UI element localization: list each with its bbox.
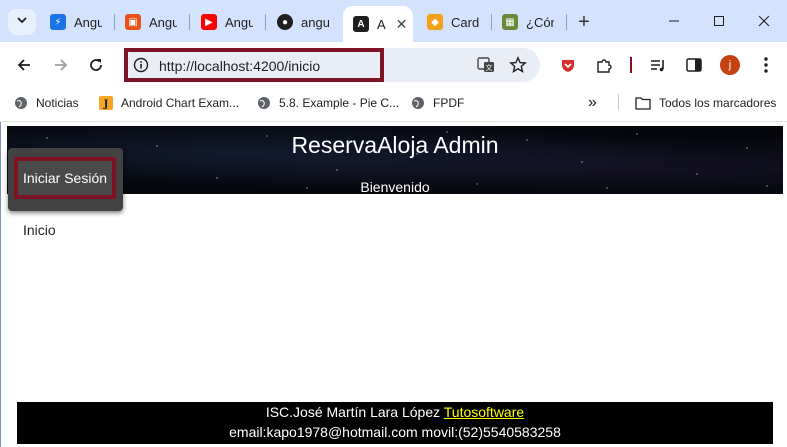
extensions-puzzle-icon[interactable] — [594, 55, 614, 75]
tab-label: A — [377, 16, 386, 32]
java-icon: J — [99, 96, 113, 110]
extension-shield-icon[interactable] — [558, 55, 578, 75]
bookmark-noticias[interactable]: Noticias — [14, 94, 79, 112]
close-icon — [758, 15, 770, 27]
menu-dots-icon[interactable] — [756, 55, 776, 75]
lightning-icon: ⚡ — [50, 14, 66, 30]
arrow-right-icon — [55, 59, 68, 71]
shield-icon: ◆ — [427, 14, 443, 30]
arrow-left-icon — [17, 59, 30, 71]
all-bookmarks-button[interactable]: Todos los marcadores — [635, 94, 776, 112]
tab-label: Angu — [225, 14, 253, 30]
folder-icon — [635, 97, 651, 110]
svg-text:文: 文 — [486, 63, 493, 72]
bookmark-fpdf[interactable]: FPDF — [411, 94, 464, 112]
svg-text:J: J — [103, 99, 109, 110]
tab-active[interactable]: A A ✕ — [343, 6, 413, 42]
tab-2[interactable]: ▣ Angu — [125, 8, 177, 36]
close-window-button[interactable] — [746, 8, 782, 34]
chevron-down-icon — [16, 13, 28, 31]
side-panel-icon[interactable] — [684, 55, 704, 75]
tab-label: ¿Cón — [526, 14, 554, 30]
translate-icon[interactable]: 文 — [476, 55, 496, 75]
address-highlight — [124, 48, 384, 82]
footer-author-line: ISC.José Martín Lara López Tutosoftware — [17, 404, 773, 420]
tab-strip: ⚡ Angu ▣ Angu ▶ Angu ● angu A A ✕ ◆ Card… — [0, 0, 787, 42]
welcome-subtitle: Bienvenido — [360, 179, 430, 195]
tab-label: angu — [301, 14, 329, 30]
chevron-double-right-icon: » — [588, 94, 597, 111]
tab-1[interactable]: ⚡ Angu — [50, 8, 102, 36]
all-bookmarks-label: Todos los marcadores — [659, 96, 777, 110]
bookmarks-bar: Noticias J Android Chart Exam... 5.8. Ex… — [0, 88, 787, 116]
bookmarks-overflow-button[interactable]: » — [588, 94, 597, 112]
reload-button[interactable] — [85, 54, 107, 76]
tab-label: Angu — [149, 14, 177, 30]
maximize-button[interactable] — [701, 8, 737, 34]
globe-icon — [412, 97, 424, 109]
media-control-icon[interactable] — [648, 55, 668, 75]
tab-4[interactable]: ● angu — [277, 8, 329, 36]
page-title: ReservaAloja Admin — [291, 132, 499, 158]
footer-link[interactable]: Tutosoftware — [444, 404, 524, 420]
tab-label: Card — [451, 14, 479, 30]
tab-label: Angu — [74, 14, 102, 30]
bookmark-label: Noticias — [36, 96, 79, 110]
footer-contact: email:kapo1978@hotmail.com movil:(52)554… — [229, 424, 561, 440]
login-button[interactable]: Iniciar Sesión — [14, 157, 116, 199]
bookmark-android-chart[interactable]: J Android Chart Exam... — [99, 94, 239, 112]
footer-author: ISC.José Martín Lara López — [265, 404, 441, 420]
browser-toolbar: http://localhost:4200/inicio 文 j — [0, 42, 787, 88]
profile-avatar[interactable]: j — [720, 55, 740, 75]
plus-icon: + — [578, 10, 590, 33]
hero-banner: ReservaAloja Admin Bienvenido — [7, 126, 783, 195]
minimize-icon — [669, 20, 679, 22]
footer: ISC.José Martín Lara López Tutosoftware … — [17, 402, 773, 444]
image-icon: ▦ — [502, 14, 518, 30]
html-icon: ▣ — [125, 14, 141, 30]
bookmark-star-icon[interactable] — [508, 55, 528, 75]
content-text: Inicio — [23, 222, 56, 238]
tab-7[interactable]: ▦ ¿Cón — [502, 8, 554, 36]
tab-6[interactable]: ◆ Card — [427, 8, 479, 36]
minimize-button[interactable] — [656, 8, 692, 34]
maximize-icon — [714, 16, 724, 26]
bookmark-label: Android Chart Exam... — [121, 96, 240, 110]
angular-icon: A — [353, 16, 369, 32]
new-tab-button[interactable]: + — [573, 9, 595, 35]
bookmark-label: FPDF — [433, 96, 465, 110]
close-icon[interactable]: ✕ — [396, 16, 408, 33]
globe-icon — [15, 97, 27, 109]
github-icon: ● — [277, 14, 293, 30]
login-card: Iniciar Sesión — [8, 148, 123, 211]
page-viewport: ReservaAloja Admin Bienvenido Iniciar Se… — [0, 122, 787, 447]
bookmark-pie-chart[interactable]: 5.8. Example - Pie C... — [257, 94, 399, 112]
globe-icon — [258, 97, 270, 109]
tab-search-button[interactable] — [8, 9, 36, 35]
youtube-icon: ▶ — [201, 14, 217, 30]
reload-icon — [90, 59, 102, 71]
back-button[interactable] — [13, 54, 35, 76]
bookmark-label: 5.8. Example - Pie C... — [279, 96, 400, 110]
forward-button[interactable] — [50, 54, 72, 76]
tab-3[interactable]: ▶ Angu — [201, 8, 253, 36]
